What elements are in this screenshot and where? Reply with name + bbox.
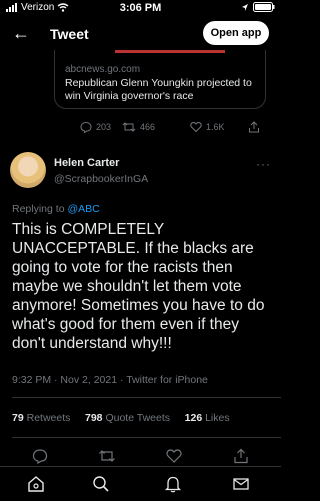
reply-count: 203 [96, 122, 112, 132]
page-title: Tweet [50, 26, 89, 42]
tweet-action-bar [0, 446, 281, 466]
messages-tab[interactable] [230, 473, 252, 495]
battery-icon [253, 2, 275, 12]
home-icon [28, 476, 44, 492]
heart-icon [166, 449, 182, 463]
retweets-count: 79 [12, 412, 24, 424]
status-time: 3:06 PM [119, 2, 162, 14]
reply-button[interactable] [30, 446, 50, 466]
link-preview-card[interactable]: abcnews.go.com Republican Glenn Youngkin… [54, 50, 266, 109]
top-nav: ← Tweet Open app [0, 18, 281, 50]
mail-icon [233, 478, 249, 490]
quote-label: Quote Tweets [105, 412, 171, 424]
bottom-nav [0, 466, 281, 501]
heart-icon [190, 121, 202, 133]
share-button[interactable] [231, 446, 251, 466]
share-icon [234, 448, 248, 464]
card-image-edge [115, 50, 225, 53]
tweet-stats: 79 Retweets 798 Quote Tweets 126 Likes [12, 412, 230, 424]
more-options-icon[interactable]: ··· [256, 157, 271, 171]
retweets-stat[interactable]: 79 Retweets [12, 412, 70, 424]
bell-icon [164, 476, 182, 493]
notifications-tab[interactable] [162, 473, 184, 495]
tweet-text: This is COMPLETELY UNACCEPTABLE. If the … [12, 221, 265, 352]
search-tab[interactable] [90, 473, 112, 495]
reply-to-link[interactable]: @ABC [67, 203, 99, 215]
retweet-count: 466 [140, 122, 156, 132]
retweets-label: Retweets [26, 412, 71, 424]
divider [12, 397, 281, 398]
author-name[interactable]: Helen Carter [54, 157, 119, 169]
status-bar: Verizon 3:06 PM [0, 0, 281, 16]
location-icon [242, 3, 248, 11]
retweet-action[interactable]: 466 [122, 121, 155, 133]
tweet-timestamp: 9:32 PM · Nov 2, 2021 · Twitter for iPho… [12, 374, 208, 386]
quote-count: 798 [84, 412, 103, 424]
retweet-icon [99, 450, 115, 462]
reply-icon [80, 121, 92, 133]
avatar[interactable] [10, 152, 46, 188]
share-icon [249, 121, 259, 133]
likes-label: Likes [205, 412, 230, 424]
like-action[interactable]: 1.6K [190, 121, 225, 133]
card-headline: Republican Glenn Youngkin projected to w… [65, 77, 252, 102]
share-action[interactable] [248, 121, 260, 133]
replying-to: Replying to @ABC [12, 203, 100, 215]
quotes-stat[interactable]: 798 Quote Tweets [85, 412, 170, 424]
likes-stat[interactable]: 126 Likes [185, 412, 230, 424]
reply-icon [32, 449, 48, 464]
like-count: 1.6K [206, 122, 225, 132]
like-button[interactable] [164, 446, 184, 466]
retweet-icon [122, 122, 136, 132]
likes-count: 126 [184, 412, 203, 424]
reply-prefix: Replying to [12, 203, 65, 215]
status-right [241, 2, 275, 12]
divider [12, 437, 281, 438]
back-arrow-icon[interactable]: ← [12, 23, 30, 44]
card-domain: abcnews.go.com [65, 64, 141, 75]
previous-tweet-actions: 203 466 1.6K [70, 121, 270, 137]
retweet-button[interactable] [97, 446, 117, 466]
open-app-button[interactable]: Open app [203, 21, 269, 45]
home-tab[interactable] [25, 473, 47, 495]
reply-action[interactable]: 203 [80, 121, 111, 133]
search-icon [93, 476, 109, 492]
author-handle[interactable]: @ScrapbookerInGA [54, 173, 148, 185]
